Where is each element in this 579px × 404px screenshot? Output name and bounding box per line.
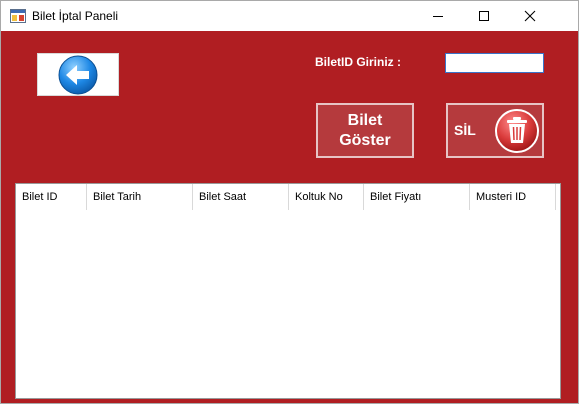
maximize-icon — [479, 11, 489, 21]
close-icon — [524, 10, 536, 22]
back-arrow-icon — [58, 55, 98, 94]
title-bar[interactable]: Bilet İptal Paneli — [1, 1, 578, 31]
window-app-icon — [10, 9, 26, 23]
delete-label: SİL — [454, 122, 476, 138]
trash-icon — [495, 109, 539, 153]
column-header-bilet-fiyati[interactable]: Bilet Fiyatı — [364, 184, 470, 210]
show-ticket-button[interactable]: Bilet Göster — [316, 103, 414, 158]
column-header-koltuk-no[interactable]: Koltuk No — [289, 184, 364, 210]
form-client-area: BiletID Giriniz : Bilet Göster SİL Bilet… — [1, 31, 578, 403]
back-button[interactable] — [37, 53, 119, 96]
column-header-bilet-id[interactable]: Bilet ID — [16, 184, 87, 210]
column-header-bilet-tarih[interactable]: Bilet Tarih — [87, 184, 193, 210]
column-header-musteri-id[interactable]: Musteri ID — [470, 184, 556, 210]
show-ticket-label: Bilet Göster — [339, 111, 391, 149]
close-button[interactable] — [507, 1, 553, 31]
bilet-id-input[interactable] — [445, 53, 544, 73]
tickets-table[interactable]: Bilet ID Bilet Tarih Bilet Saat Koltuk N… — [15, 183, 561, 399]
table-header: Bilet ID Bilet Tarih Bilet Saat Koltuk N… — [16, 184, 556, 210]
bilet-id-label: BiletID Giriniz : — [315, 55, 402, 69]
window-title: Bilet İptal Paneli — [32, 9, 119, 23]
app-window: Bilet İptal Paneli BiletID Giriniz: Bil… — [0, 0, 579, 404]
minimize-icon — [433, 16, 443, 17]
delete-button[interactable]: SİL — [446, 103, 544, 158]
column-header-bilet-saat[interactable]: Bilet Saat — [193, 184, 289, 210]
minimize-button[interactable] — [415, 1, 461, 31]
maximize-button[interactable] — [461, 1, 507, 31]
